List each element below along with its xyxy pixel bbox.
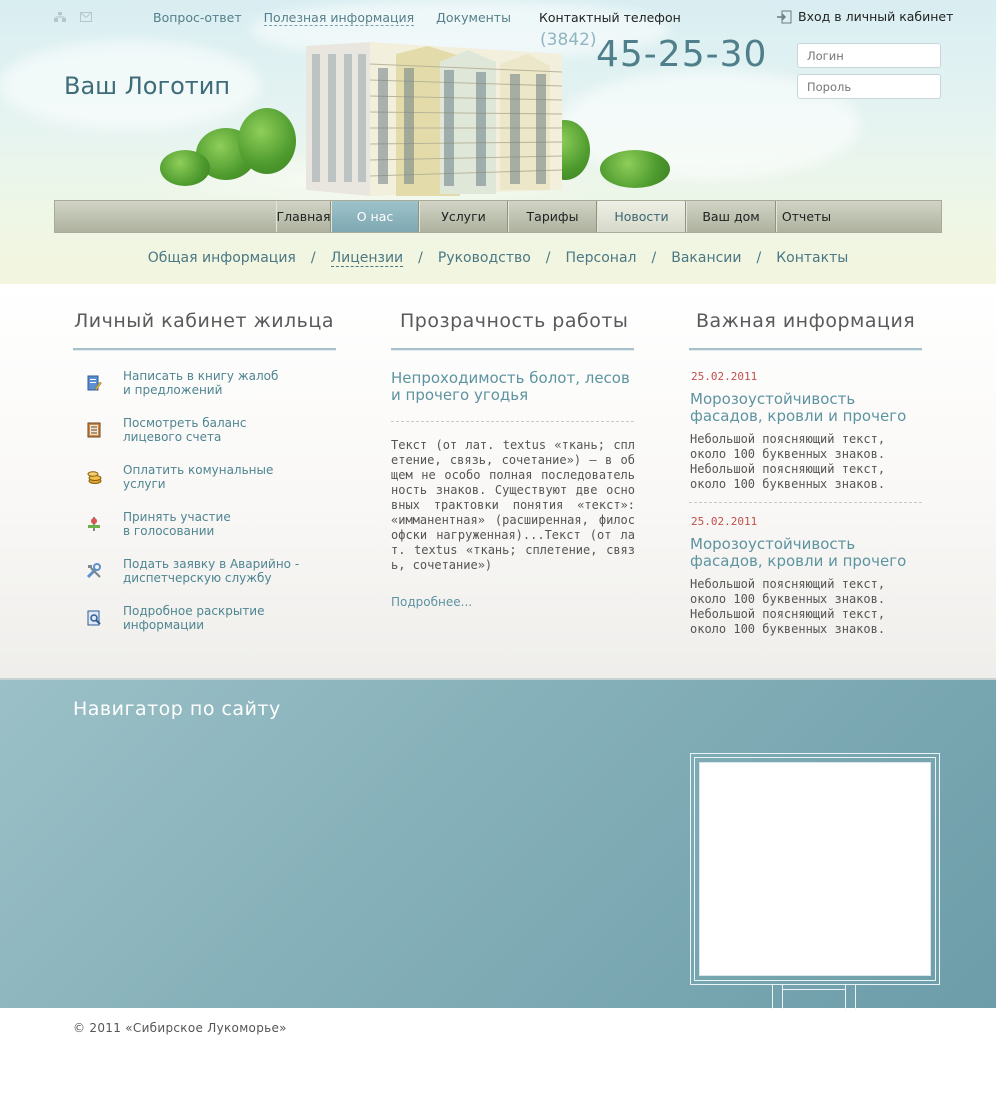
site-navigator: Навигатор по сайту bbox=[0, 678, 996, 1010]
subnav-staff[interactable]: Персонал bbox=[566, 250, 637, 267]
top-link-faq[interactable]: Вопрос-ответ bbox=[153, 10, 242, 26]
login-link-label: Вход в личный кабинет bbox=[798, 9, 954, 24]
read-more-link[interactable]: Подробнее... bbox=[391, 595, 472, 609]
important-title-underline bbox=[689, 348, 922, 351]
transparency-title-underline bbox=[391, 348, 634, 351]
login-icon bbox=[777, 10, 792, 23]
subnav-separator: / bbox=[545, 250, 551, 266]
cabinet-item-complaints[interactable]: Написать в книгу жалоб и предложений bbox=[86, 369, 278, 397]
vote-icon bbox=[88, 517, 100, 531]
cabinet-item-label: Принять участие в голосовании bbox=[123, 510, 231, 538]
nav-item-news[interactable]: Новости bbox=[597, 201, 686, 232]
transparency-body: Текст (от лат. textus «ткань; сплетение,… bbox=[391, 438, 635, 572]
subnav-separator: / bbox=[756, 250, 762, 266]
cabinet-item-pay[interactable]: Оплатить комунальные услуги bbox=[86, 463, 273, 491]
divider bbox=[391, 421, 634, 422]
billboard-leg bbox=[772, 985, 773, 1010]
cabinet-item-label: Подробное раскрытие информации bbox=[123, 604, 265, 632]
phone-label: Контактный телефон bbox=[539, 10, 681, 25]
nav-item-your-home[interactable]: Ваш дом bbox=[686, 201, 776, 232]
subnav-separator: / bbox=[651, 250, 657, 266]
phone-number: 45-25-30 bbox=[596, 34, 768, 75]
cabinet-item-label: Посмотреть баланс лицевого счета bbox=[123, 416, 247, 444]
main-nav-cap bbox=[55, 201, 276, 232]
billboard-crossbar bbox=[782, 989, 846, 990]
book-pencil-icon bbox=[87, 375, 102, 391]
login-link[interactable]: Вход в личный кабинет bbox=[776, 9, 953, 24]
nav-item-home[interactable]: Главная bbox=[276, 201, 331, 232]
subnav-licenses[interactable]: Лицензии bbox=[330, 250, 404, 267]
billboard-leg bbox=[855, 985, 856, 1010]
tree-decoration bbox=[160, 150, 210, 186]
subnav-management[interactable]: Руководство bbox=[438, 250, 531, 267]
top-link-documents[interactable]: Документы bbox=[436, 10, 511, 26]
tree-decoration bbox=[238, 108, 296, 174]
billboard-panel bbox=[699, 762, 931, 976]
cabinet-item-emergency[interactable]: Подать заявку в Аварийно - диспетчерскую… bbox=[86, 557, 299, 585]
nav-item-about[interactable]: О нас bbox=[331, 201, 419, 232]
building-illustration bbox=[306, 42, 563, 196]
important-title: Важная информация bbox=[696, 310, 916, 332]
login-input[interactable] bbox=[797, 43, 941, 68]
billboard-inner-frame bbox=[694, 757, 936, 981]
document-search-icon bbox=[87, 610, 101, 626]
billboard-frame bbox=[690, 753, 940, 985]
main-nav: Главная О нас Услуги Тарифы Новости Ваш … bbox=[54, 200, 942, 233]
password-input[interactable] bbox=[797, 74, 941, 99]
ledger-icon bbox=[87, 422, 101, 438]
subnav-separator: / bbox=[310, 250, 316, 266]
header: Вопрос-ответ Полезная информация Докумен… bbox=[0, 0, 996, 284]
news-title[interactable]: Морозоустойчивость фасадов, кровли и про… bbox=[690, 391, 930, 425]
copyright: © 2011 «Сибирское Лукоморье» bbox=[73, 1021, 287, 1035]
tree-decoration bbox=[600, 150, 670, 188]
cabinet-item-disclosure[interactable]: Подробное раскрытие информации bbox=[86, 604, 265, 632]
cabinet-item-label: Подать заявку в Аварийно - диспетчерскую… bbox=[123, 557, 300, 585]
cabinet-item-label: Написать в книгу жалоб и предложений bbox=[123, 369, 279, 397]
sub-nav: Общая информация / Лицензии / Руководств… bbox=[0, 250, 996, 267]
coins-icon bbox=[87, 471, 102, 484]
transparency-headline[interactable]: Непроходимость болот, лесов и прочего уг… bbox=[391, 370, 636, 404]
site-logo[interactable]: Ваш Логотип bbox=[64, 72, 230, 100]
top-links: Вопрос-ответ Полезная информация Докумен… bbox=[153, 10, 511, 26]
cabinet-item-balance[interactable]: Посмотреть баланс лицевого счета bbox=[86, 416, 246, 444]
cabinet-item-label: Оплатить комунальные услуги bbox=[123, 463, 274, 491]
news-title[interactable]: Морозоустойчивость фасадов, кровли и про… bbox=[690, 536, 930, 570]
tools-icon bbox=[86, 563, 101, 579]
news-text: Небольшой поясняющий текст, около 100 бу… bbox=[690, 577, 886, 636]
cabinet-item-vote[interactable]: Принять участие в голосовании bbox=[86, 510, 231, 538]
subnav-contacts[interactable]: Контакты bbox=[776, 250, 848, 267]
top-link-useful-info[interactable]: Полезная информация bbox=[263, 10, 415, 26]
mail-icon[interactable] bbox=[80, 12, 92, 22]
subnav-general-info[interactable]: Общая информация bbox=[148, 250, 296, 267]
news-text: Небольшой поясняющий текст, около 100 бу… bbox=[690, 432, 886, 491]
cabinet-title-underline bbox=[73, 348, 336, 351]
nav-item-reports[interactable]: Отчеты bbox=[776, 201, 836, 232]
cabinet-title: Личный кабинет жильца bbox=[74, 310, 334, 332]
news-date: 25.02.2011 bbox=[691, 515, 758, 528]
nav-item-services[interactable]: Услуги bbox=[419, 201, 508, 232]
news-date: 25.02.2011 bbox=[691, 370, 758, 383]
navigator-title: Навигатор по сайту bbox=[73, 698, 281, 720]
divider bbox=[689, 502, 922, 503]
subnav-separator: / bbox=[418, 250, 423, 266]
sitemap-icon[interactable] bbox=[54, 12, 66, 22]
nav-item-tariffs[interactable]: Тарифы bbox=[508, 201, 597, 232]
transparency-title: Прозрачность работы bbox=[400, 310, 629, 332]
subnav-vacancies[interactable]: Вакансии bbox=[671, 250, 741, 267]
